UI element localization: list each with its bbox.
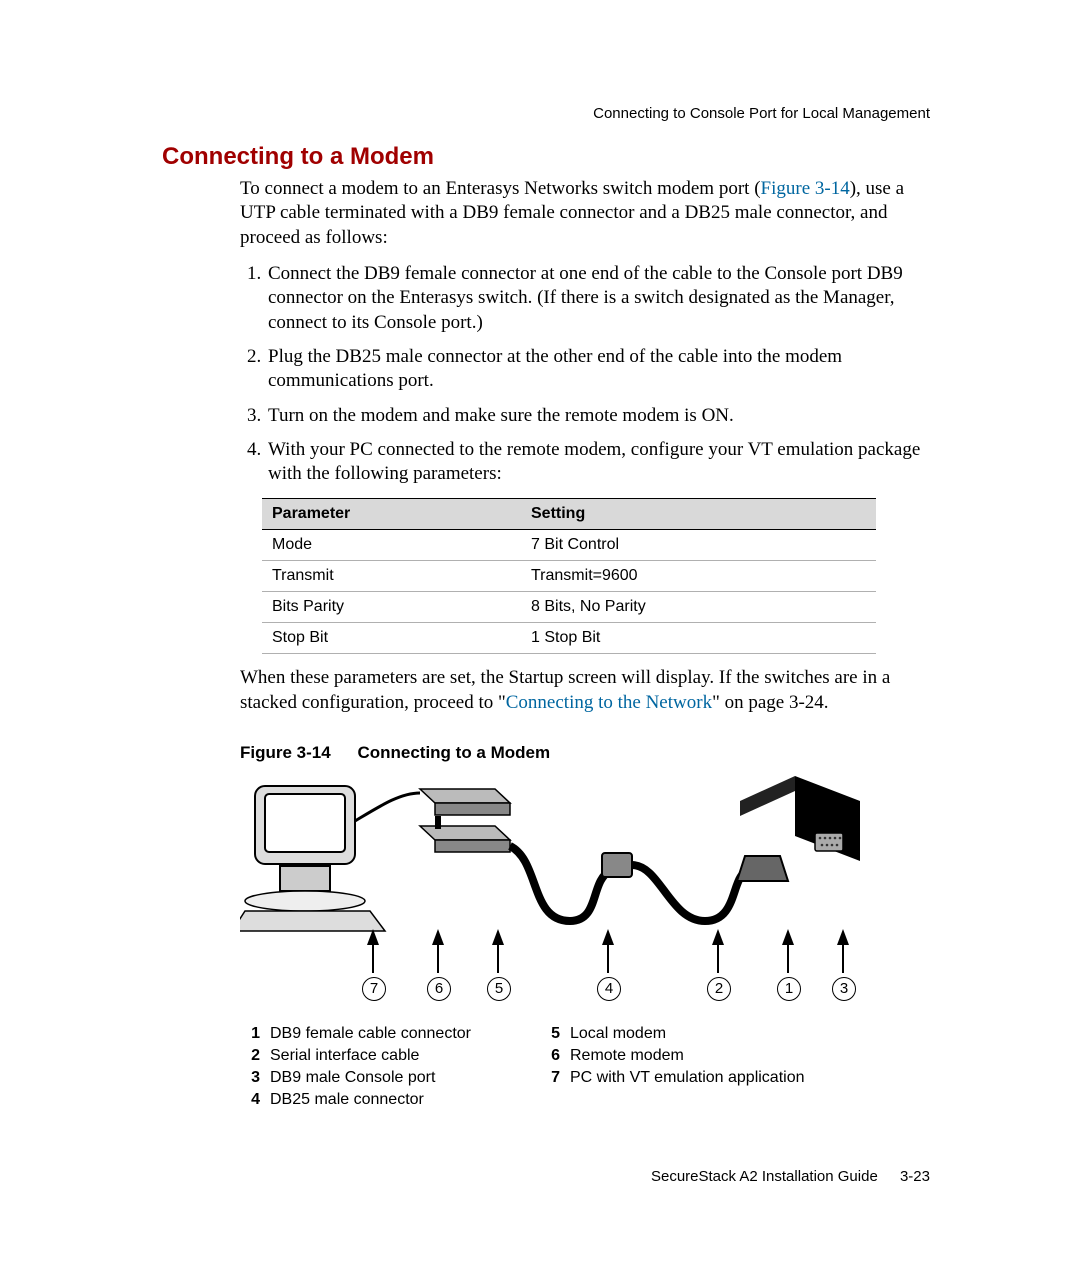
figure-legend: 1 DB9 female cable connector 2 Serial inte… <box>240 1025 930 1113</box>
table-cell: Transmit <box>262 561 521 592</box>
legend-item: 6 Remote modem <box>540 1047 805 1065</box>
step-item: Turn on the modem and make sure the remo… <box>266 404 930 428</box>
table-cell: 8 Bits, No Parity <box>521 592 876 623</box>
callout-7: 7 <box>362 977 386 1001</box>
callout-5: 5 <box>487 977 511 1001</box>
legend-text: PC with VT emulation application <box>570 1069 805 1087</box>
table-cell: Transmit=9600 <box>521 561 876 592</box>
table-header: Setting <box>521 499 876 530</box>
legend-text: Serial interface cable <box>270 1047 419 1065</box>
legend-item: 3 DB9 male Console port <box>240 1069 540 1087</box>
after-table-paragraph: When these parameters are set, the Start… <box>240 666 930 715</box>
section-heading: Connecting to a Modem <box>162 143 930 171</box>
table-row: Transmit Transmit=9600 <box>262 561 876 592</box>
xref-link[interactable]: Connecting to the Network <box>506 692 712 713</box>
legend-num: 5 <box>540 1025 560 1043</box>
parameters-table: Parameter Setting Mode 7 Bit Control Tra… <box>262 498 876 654</box>
callout-2: 2 <box>707 977 731 1001</box>
table-cell: Bits Parity <box>262 592 521 623</box>
legend-num: 3 <box>240 1069 260 1087</box>
intro-pre: To connect a modem to an Enterasys Netwo… <box>240 178 761 199</box>
table-header: Parameter <box>262 499 521 530</box>
table-cell: 1 Stop Bit <box>521 623 876 654</box>
intro-paragraph: To connect a modem to an Enterasys Netwo… <box>240 177 930 250</box>
legend-text: Local modem <box>570 1025 666 1043</box>
footer-page-number: 3-23 <box>900 1168 930 1185</box>
step-item: Plug the DB25 male connector at the othe… <box>266 345 930 394</box>
legend-text: DB25 male connector <box>270 1091 424 1109</box>
table-row: Stop Bit 1 Stop Bit <box>262 623 876 654</box>
step-item: With your PC connected to the remote mod… <box>266 438 930 487</box>
legend-item: 2 Serial interface cable <box>240 1047 540 1065</box>
callout-3: 3 <box>832 977 856 1001</box>
modem-diagram-svg <box>240 771 860 961</box>
callout-6: 6 <box>427 977 451 1001</box>
figure-title: Connecting to a Modem <box>357 743 550 762</box>
callout-4: 4 <box>597 977 621 1001</box>
running-header: Connecting to Console Port for Local Man… <box>593 105 930 122</box>
figure-diagram: 7 6 5 4 2 1 3 <box>240 771 860 1001</box>
figure-caption: Figure 3-14 Connecting to a Modem <box>240 743 930 763</box>
legend-num: 6 <box>540 1047 560 1065</box>
table-cell: 7 Bit Control <box>521 530 876 561</box>
legend-num: 2 <box>240 1047 260 1065</box>
figure-label: Figure 3-14 <box>240 743 331 762</box>
legend-text: DB9 male Console port <box>270 1069 435 1087</box>
legend-item: 1 DB9 female cable connector <box>240 1025 540 1043</box>
legend-item: 5 Local modem <box>540 1025 805 1043</box>
legend-num: 7 <box>540 1069 560 1087</box>
figure-ref-link[interactable]: Figure 3-14 <box>761 178 850 199</box>
table-row: Mode 7 Bit Control <box>262 530 876 561</box>
legend-item: 7 PC with VT emulation application <box>540 1069 805 1087</box>
callout-1: 1 <box>777 977 801 1001</box>
legend-num: 1 <box>240 1025 260 1043</box>
step-item: Connect the DB9 female connector at one … <box>266 262 930 335</box>
legend-item: 4 DB25 male connector <box>240 1091 540 1109</box>
table-cell: Mode <box>262 530 521 561</box>
legend-text: Remote modem <box>570 1047 684 1065</box>
after-table-post: " on page 3-24. <box>712 692 828 713</box>
legend-num: 4 <box>240 1091 260 1109</box>
page-footer: SecureStack A2 Installation Guide 3-23 <box>651 1168 930 1185</box>
legend-text: DB9 female cable connector <box>270 1025 471 1043</box>
table-cell: Stop Bit <box>262 623 521 654</box>
footer-doc-title: SecureStack A2 Installation Guide <box>651 1168 878 1185</box>
steps-list: Connect the DB9 female connector at one … <box>240 262 930 487</box>
table-row: Bits Parity 8 Bits, No Parity <box>262 592 876 623</box>
